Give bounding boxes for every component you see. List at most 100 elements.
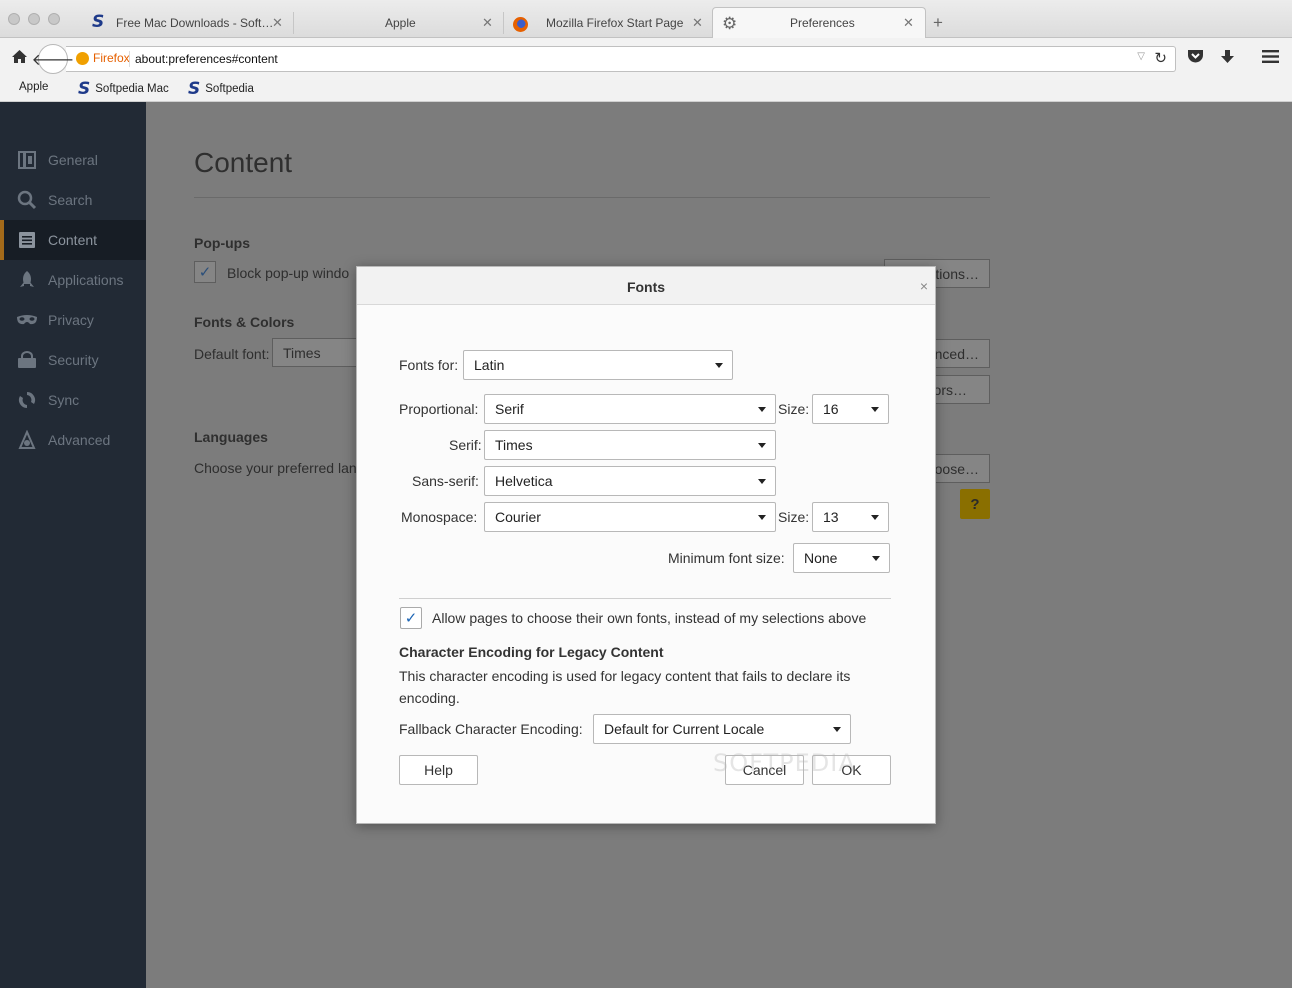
chevron-down-icon [758, 443, 766, 448]
select-value: Times [283, 345, 321, 361]
serif-select[interactable]: Times [484, 430, 776, 460]
select-value: None [804, 550, 838, 566]
select-value: 16 [823, 401, 839, 417]
bookmarks-bar: Apple S Softpedia Mac S Softpedia [0, 76, 1292, 102]
button-label: tions… [935, 265, 979, 282]
sidebar-item-applications[interactable]: Applications [0, 260, 146, 300]
chevron-down-icon [871, 407, 879, 412]
gear-icon: ⚙ [722, 14, 738, 33]
sidebar-item-label: Advanced [48, 432, 111, 448]
tab-softpedia[interactable]: S Free Mac Downloads - Soft… ✕ [84, 8, 292, 38]
select-value: Helvetica [495, 473, 553, 489]
tab-title: Free Mac Downloads - Soft… [116, 16, 274, 30]
zoom-window-button[interactable] [48, 13, 60, 25]
button-label: ors… [933, 381, 967, 398]
close-icon[interactable]: × [920, 278, 928, 294]
pocket-icon[interactable] [1187, 49, 1204, 69]
bookmark-apple[interactable]: Apple [14, 81, 48, 93]
dialog-title: Fonts [626, 279, 666, 295]
home-icon[interactable] [11, 49, 28, 69]
minimum-font-size-select[interactable]: None [793, 543, 890, 573]
tab-bar: S Free Mac Downloads - Soft… ✕ Apple ✕ M… [0, 0, 1292, 39]
select-value: Default for Current Locale [604, 721, 765, 737]
url-bar[interactable]: Firefox about:preferences#content ▽ ↻ [66, 46, 1176, 72]
tab-separator [293, 12, 294, 34]
dialog-divider [399, 598, 891, 599]
close-tab-icon[interactable]: ✕ [903, 15, 914, 31]
block-popups-checkbox[interactable]: ✓ [194, 261, 216, 283]
sidebar-item-content[interactable]: Content [0, 220, 146, 260]
monospace-label: Monospace: [401, 509, 478, 525]
fonts-dialog: Fonts × Fonts for: Latin Proportional: S… [356, 266, 936, 824]
back-button[interactable]: 🡐 [32, 44, 74, 74]
content-icon [16, 229, 38, 251]
select-value: Serif [495, 401, 524, 417]
help-icon[interactable]: ? [960, 489, 990, 519]
bookmark-label: Softpedia [205, 83, 254, 95]
chevron-down-icon [758, 407, 766, 412]
checkmark-icon: ✓ [404, 610, 418, 627]
proportional-select[interactable]: Serif [484, 394, 776, 424]
monospace-size-select[interactable]: 13 [812, 502, 889, 532]
close-tab-icon[interactable]: ✕ [272, 15, 283, 31]
close-window-button[interactable] [8, 13, 20, 25]
tab-separator [503, 12, 504, 34]
proportional-size-select[interactable]: 16 [812, 394, 889, 424]
sidebar-item-advanced[interactable]: Advanced [0, 420, 146, 460]
sidebar-item-label: General [48, 152, 98, 168]
menu-icon[interactable] [1262, 50, 1279, 68]
sidebar-item-search[interactable]: Search [0, 180, 146, 220]
tab-firefox-start[interactable]: Mozilla Firefox Start Page ✕ [506, 8, 712, 38]
tab-title: Mozilla Firefox Start Page [546, 16, 684, 30]
tab-apple[interactable]: Apple ✕ [296, 8, 502, 38]
monospace-select[interactable]: Courier [484, 502, 776, 532]
popups-heading: Pop-ups [194, 235, 250, 251]
sidebar-item-label: Sync [48, 392, 80, 408]
preferences-sidebar: General Search Content Applications Priv… [0, 102, 146, 988]
bookmark-softpedia-mac[interactable]: S Softpedia Mac [78, 79, 169, 99]
url-divider [129, 51, 130, 67]
sidebar-item-general[interactable]: General [0, 140, 146, 180]
allow-page-fonts-checkbox[interactable]: ✓ [400, 607, 422, 629]
softpedia-icon: S [78, 79, 91, 99]
dialog-header: Fonts × [357, 267, 935, 305]
bookmark-softpedia[interactable]: S Softpedia [188, 79, 254, 99]
select-value: Courier [495, 509, 541, 525]
new-tab-button[interactable]: + [933, 13, 943, 33]
default-font-label: Default font: [194, 346, 270, 362]
select-value: Latin [474, 357, 505, 373]
softpedia-icon: S [188, 79, 201, 99]
sans-serif-label: Sans-serif: [412, 473, 479, 489]
sync-icon [16, 389, 38, 411]
sidebar-item-security[interactable]: Security [0, 340, 146, 380]
proportional-label: Proportional: [399, 401, 479, 417]
site-identity[interactable]: Firefox [76, 51, 130, 65]
url-dropdown-icon[interactable]: ▽ [1137, 51, 1145, 62]
sans-serif-select[interactable]: Helvetica [484, 466, 776, 496]
allow-page-fonts-label: Allow pages to choose their own fonts, i… [432, 610, 867, 626]
download-icon[interactable] [1220, 49, 1235, 70]
minimize-window-button[interactable] [28, 13, 40, 25]
sidebar-item-privacy[interactable]: Privacy [0, 300, 146, 340]
languages-description: Choose your preferred lan [194, 460, 357, 476]
url-text[interactable]: about:preferences#content [135, 52, 278, 66]
fonts-for-select[interactable]: Latin [463, 350, 733, 380]
softpedia-icon: S [92, 12, 105, 32]
button-label: oose… [934, 460, 979, 477]
chevron-down-icon [758, 479, 766, 484]
help-button[interactable]: Help [399, 755, 478, 785]
sidebar-item-label: Security [48, 352, 99, 368]
minimum-font-size-label: Minimum font size: [668, 550, 785, 566]
tab-title: Preferences [790, 16, 855, 30]
close-tab-icon[interactable]: ✕ [692, 15, 703, 31]
reload-icon[interactable]: ↻ [1154, 49, 1167, 67]
encoding-heading: Character Encoding for Legacy Content [399, 644, 664, 660]
close-tab-icon[interactable]: ✕ [482, 15, 493, 31]
sidebar-item-sync[interactable]: Sync [0, 380, 146, 420]
bookmark-label: Softpedia Mac [95, 83, 169, 95]
button-label: nced… [934, 345, 979, 362]
fallback-encoding-label: Fallback Character Encoding: [399, 721, 583, 737]
tab-preferences[interactable]: ⚙ Preferences ✕ [712, 7, 926, 39]
page-title: Content [194, 147, 293, 178]
fallback-encoding-select[interactable]: Default for Current Locale [593, 714, 851, 744]
